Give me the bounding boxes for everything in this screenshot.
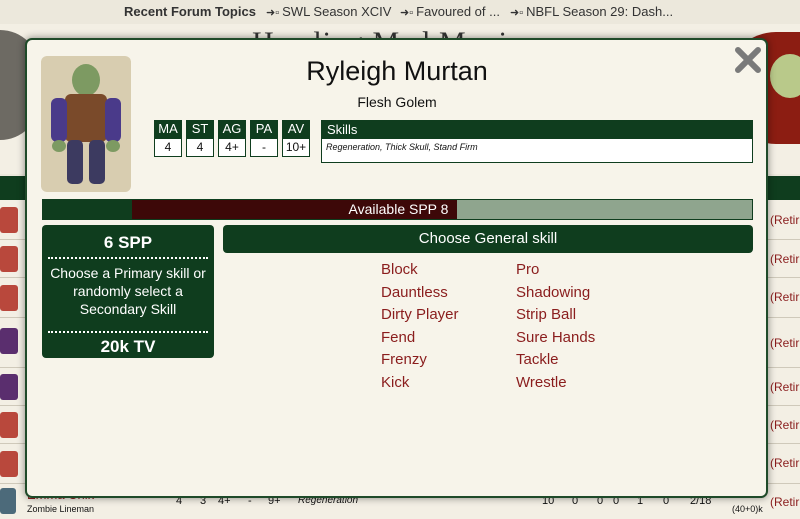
cost-description: Choose a Primary skill or randomly selec…: [50, 265, 206, 317]
retire-link[interactable]: (Retir: [770, 336, 799, 350]
retire-link[interactable]: (Retir: [770, 418, 799, 432]
cost-spp: 6 SPP: [103, 233, 153, 252]
player-value-breakdown: (40+0)k: [732, 504, 763, 514]
retire-link[interactable]: (Retir: [770, 213, 799, 227]
player-position: Flesh Golem: [357, 94, 437, 110]
player-avatar: [0, 451, 18, 477]
forum-topic-link[interactable]: ➜▫ SWL Season XCIV: [266, 4, 391, 19]
retire-link[interactable]: (Retir: [770, 252, 799, 266]
skill-option-strip-ball[interactable]: Strip Ball: [516, 304, 595, 327]
skills-list: Regeneration, Thick Skull, Stand Firm: [326, 142, 478, 152]
skill-option-tackle[interactable]: Tackle: [516, 349, 595, 372]
stat-st: ST 4: [186, 120, 214, 157]
retire-link[interactable]: (Retir: [770, 456, 799, 470]
retire-link[interactable]: (Retir: [770, 495, 799, 509]
player-avatar: [0, 328, 18, 354]
document-icon: ➜▫: [266, 7, 280, 19]
choose-general-skill-button[interactable]: Choose General skill: [223, 225, 753, 253]
skill-selection-modal: Ryleigh Murtan Flesh Golem MA 4 ST 4 AG 4+ …: [25, 38, 768, 498]
spp-bar-label: Available SPP 8: [348, 201, 449, 217]
stat-ag: AG 4+: [218, 120, 246, 157]
close-icon[interactable]: [730, 42, 766, 78]
player-avatar: [0, 246, 18, 272]
player-avatar: [0, 207, 18, 233]
top-bar: Recent Forum Topics ➜▫ SWL Season XCIV ➜▫…: [0, 0, 800, 24]
skill-option-sure-hands[interactable]: Sure Hands: [516, 327, 595, 350]
player-avatar: [0, 285, 18, 311]
skill-list-column-2: Pro Shadowing Strip Ball Sure Hands Tack…: [516, 259, 595, 394]
player-avatar: [0, 412, 18, 438]
spp-progress-bar: Available SPP 8: [42, 199, 753, 220]
player-position: Zombie Lineman: [27, 504, 95, 514]
stat-pa: PA -: [250, 120, 278, 157]
skill-option-pro[interactable]: Pro: [516, 259, 595, 282]
skill-option-block[interactable]: Block: [381, 259, 459, 282]
player-avatar: [0, 488, 16, 514]
skill-option-kick[interactable]: Kick: [381, 372, 459, 395]
retire-link[interactable]: (Retir: [770, 380, 799, 394]
document-icon: ➜▫: [400, 7, 414, 19]
forum-topic-link[interactable]: ➜▫ NBFL Season 29: Dash...: [510, 4, 673, 19]
retire-link[interactable]: (Retir: [770, 290, 799, 304]
player-avatar: [0, 374, 18, 400]
player-portrait: [41, 56, 131, 192]
skills-box: Skills Regeneration, Thick Skull, Stand …: [321, 120, 753, 163]
skill-option-frenzy[interactable]: Frenzy: [381, 349, 459, 372]
player-name: Ryleigh Murtan: [306, 56, 488, 86]
skill-option-wrestle[interactable]: Wrestle: [516, 372, 595, 395]
cost-tv: 20k TV: [100, 337, 156, 356]
skill-option-fend[interactable]: Fend: [381, 327, 459, 350]
skill-list-column-1: Block Dauntless Dirty Player Fend Frenzy…: [381, 259, 459, 394]
document-icon: ➜▫: [510, 7, 524, 19]
recent-forum-topics-label: Recent Forum Topics: [124, 4, 256, 19]
stat-av: AV 10+: [282, 120, 310, 157]
stat-ma: MA 4: [154, 120, 182, 157]
skill-option-dauntless[interactable]: Dauntless: [381, 282, 459, 305]
skill-option-shadowing[interactable]: Shadowing: [516, 282, 595, 305]
skills-header: Skills: [322, 121, 752, 139]
player-stats: MA 4 ST 4 AG 4+ PA - AV 10+: [154, 120, 310, 157]
skill-cost-card[interactable]: 6 SPP Choose a Primary skill or randomly…: [42, 225, 214, 358]
skill-option-dirty-player[interactable]: Dirty Player: [381, 304, 459, 327]
forum-topic-link[interactable]: ➜▫ Favoured of ...: [400, 4, 500, 19]
